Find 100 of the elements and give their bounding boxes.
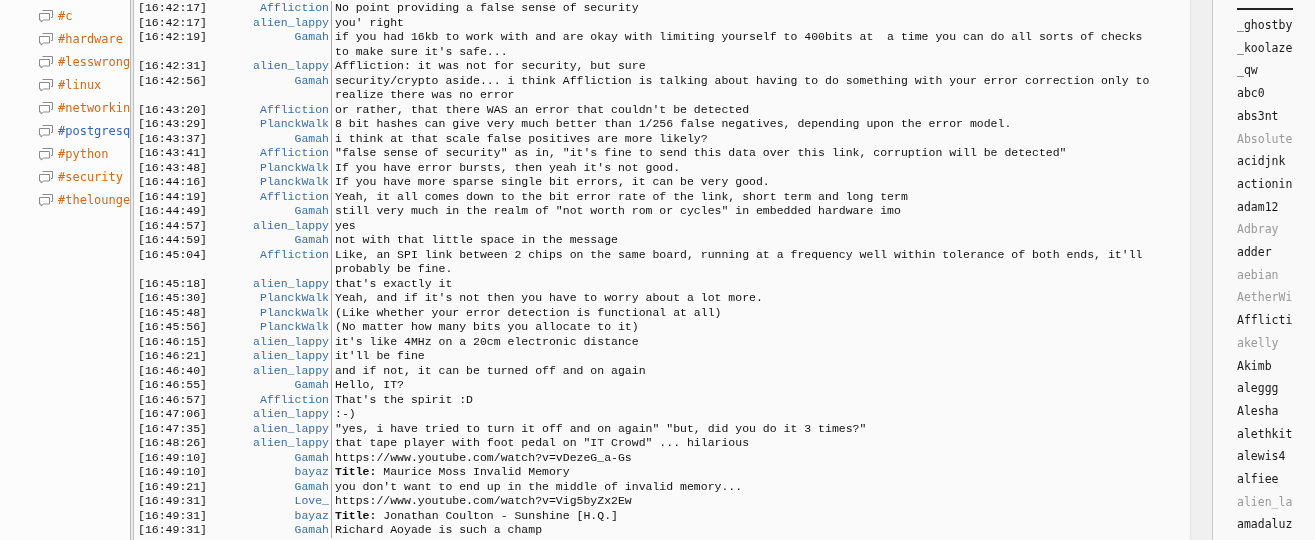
user-item[interactable]: alfiee (1237, 468, 1315, 491)
nickname[interactable]: alien_lappy (253, 436, 329, 451)
user-item[interactable]: abc0 (1237, 82, 1315, 105)
nickname[interactable]: PlanckWalk (260, 117, 329, 132)
nickname[interactable]: PlanckWalk (260, 291, 329, 306)
timestamp: [16:43:48] (137, 160, 206, 175)
channel-item[interactable]: #thelounge (58, 191, 130, 209)
user-item[interactable]: akelly (1237, 331, 1315, 355)
chat-bubbles-icon (38, 32, 54, 46)
user-item[interactable]: Absolute (1237, 127, 1315, 151)
nickname[interactable]: alien_lappy (253, 59, 329, 74)
nickname[interactable]: alien_lappy (253, 276, 329, 291)
nickname[interactable]: Gamah (294, 233, 329, 248)
channel-item[interactable]: #security (58, 168, 130, 186)
timestamp: [16:49:31] (137, 523, 206, 538)
message-text: Hello, IT? (334, 378, 405, 393)
nickname[interactable]: alien_lappy (253, 421, 329, 436)
timestamp: [16:45:56] (137, 320, 206, 335)
message-text: "yes, i have tried to turn it off and on again" "but, did you do it 3 times?" (334, 421, 868, 436)
user-item[interactable]: aleggg (1237, 377, 1315, 400)
user-item[interactable]: amadaluz (1237, 513, 1315, 537)
timestamp: [16:45:18] (137, 276, 206, 291)
user-item[interactable]: abs3nt (1237, 104, 1315, 128)
nickname[interactable]: alien_lappy (253, 363, 329, 378)
user-item[interactable]: adder (1237, 241, 1315, 264)
user-item[interactable]: alethkit (1237, 422, 1315, 446)
nickname[interactable]: Gamah (294, 204, 329, 219)
nickname[interactable]: PlanckWalk (260, 175, 329, 190)
message-text: not with that little space in the message (334, 233, 619, 248)
scrollbar[interactable] (1190, 0, 1212, 540)
timestamp: [16:43:29] (137, 117, 206, 132)
user-item[interactable]: acidjnk (1237, 150, 1315, 173)
channel-item[interactable]: #python (58, 145, 130, 163)
nickname[interactable]: alien_lappy (253, 218, 329, 233)
nickname[interactable]: alien_lappy (253, 334, 329, 349)
nickname[interactable]: Affliction (260, 146, 329, 161)
message-text: Yeah, it all comes down to the bit error rate of the link, short term and long term (334, 189, 909, 204)
timestamp: [16:46:40] (137, 363, 206, 378)
nickname[interactable]: PlanckWalk (260, 320, 329, 335)
nickname[interactable]: Gamah (294, 523, 329, 538)
nickname[interactable]: Gamah (294, 378, 329, 393)
message-text: Like, an SPI link between 2 chips on the same board, running at a frequency well within tolerance of both ends, it'll probably be fine. (334, 247, 1144, 277)
nickname[interactable]: alien_lappy (253, 349, 329, 364)
message-text: If you have error bursts, then yeah it's not good. (334, 160, 682, 175)
nickname[interactable]: Gamah (294, 479, 329, 494)
message-text: that's exactly it (334, 276, 454, 291)
chat-bubbles-icon (38, 147, 54, 161)
timestamp: [16:45:48] (137, 305, 206, 320)
nickname[interactable]: bayaz (294, 465, 329, 480)
chat-bubbles-icon (38, 193, 54, 207)
nickname[interactable]: Affliction (260, 392, 329, 407)
user-item[interactable]: AetherWi (1237, 286, 1315, 310)
user-item[interactable]: Afflicti (1237, 309, 1315, 332)
nickname[interactable]: Affliction (260, 102, 329, 117)
chat-bubbles-icon (38, 124, 54, 138)
message-text: that tape player with foot pedal on "IT Crowd" ... hilarious (334, 436, 751, 451)
timestamp: [16:46:21] (137, 349, 206, 364)
user-item[interactable]: alien_la (1237, 490, 1315, 514)
user-item[interactable]: alewis4 (1237, 445, 1315, 469)
channel-item[interactable]: #c (58, 7, 130, 25)
nickname[interactable]: Affliction (260, 1, 329, 16)
nickname[interactable]: alien_lappy (253, 15, 329, 30)
message-text: i think at that scale false positives are more likely? (334, 131, 709, 146)
nickname[interactable]: PlanckWalk (260, 160, 329, 175)
nickname[interactable]: alien_lappy (253, 407, 329, 422)
channel-item[interactable]: #linux (58, 76, 130, 94)
nickname[interactable]: Affliction (260, 189, 329, 204)
chat-bubbles-icon (38, 170, 54, 184)
user-item[interactable]: adam12 (1237, 195, 1315, 219)
nickname[interactable]: Gamah (294, 450, 329, 465)
user-item[interactable]: Akimb (1237, 354, 1315, 378)
nickname[interactable]: bayaz (294, 508, 329, 523)
channel-item[interactable]: #hardware (58, 30, 130, 48)
nickname[interactable]: Affliction (260, 247, 329, 277)
user-item[interactable]: actionin (1237, 172, 1315, 196)
user-item[interactable]: Adbray (1237, 218, 1315, 242)
user-item[interactable]: _qw (1237, 59, 1315, 83)
nickname[interactable]: Gamah (294, 73, 329, 103)
message-text: :-) (334, 407, 357, 422)
channel-item[interactable]: #postgresq (58, 122, 130, 140)
message-text: (No matter how many bits you allocate to it) (334, 320, 640, 335)
nickname[interactable]: Gamah (294, 131, 329, 146)
timestamp: [16:49:31] (137, 508, 206, 523)
timestamp: [16:46:57] (137, 392, 206, 407)
nickname[interactable]: Gamah (294, 30, 329, 59)
message-text: if you had 16kb to work with and are okay with limiting yourself to 400bits at a time you can do all sorts of checks to make sure it's safe... (334, 30, 1144, 59)
message-text: yes (334, 218, 357, 233)
user-item[interactable]: _koolaze (1237, 36, 1315, 60)
timestamp: [16:44:16] (137, 175, 206, 190)
channel-item[interactable]: #networkin (58, 99, 130, 117)
user-item[interactable]: aebian (1237, 263, 1315, 287)
timestamp: [16:42:17] (137, 1, 206, 16)
message-text: "false sense of security" as in, "it's fine to send this data over this link, corruption will be detected" (334, 146, 1068, 161)
nickname[interactable]: Love_ (294, 494, 329, 509)
channel-item[interactable]: #lesswrong (58, 53, 130, 71)
nickname[interactable]: PlanckWalk (260, 305, 329, 320)
user-item[interactable]: Alesha (1237, 399, 1315, 423)
timestamp: [16:49:10] (137, 450, 206, 465)
user-item[interactable]: _ghostby (1237, 14, 1315, 37)
timestamp: [16:45:04] (137, 247, 206, 263)
